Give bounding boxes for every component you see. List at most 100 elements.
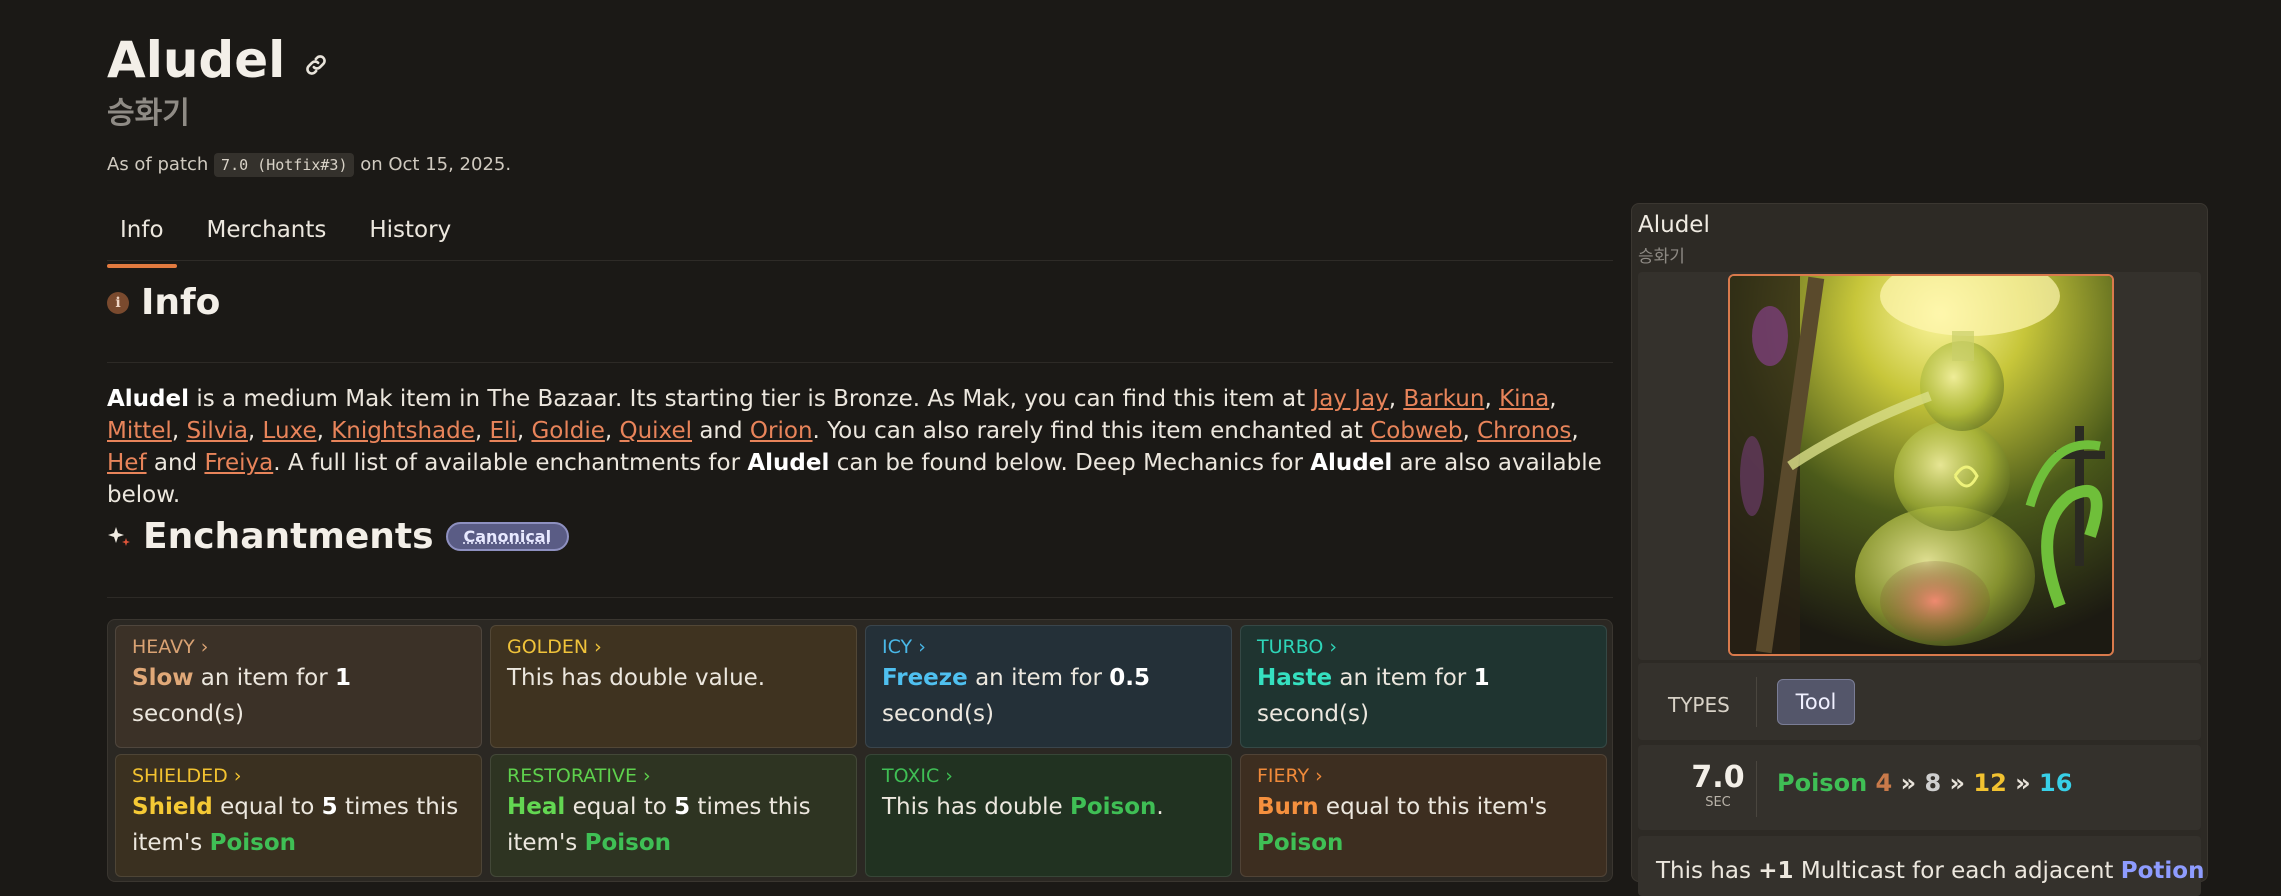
divider [107, 362, 1613, 363]
sidebar-title: Aludel [1638, 212, 1710, 238]
keyword: Burn [1257, 794, 1319, 820]
desc-text: equal to this item's [1318, 794, 1548, 820]
divider [107, 597, 1613, 598]
enchantment-desc: Shield equal to 5 times this item's Pois… [132, 789, 465, 861]
enchantment-name: ICY › [882, 636, 926, 658]
enchantment-name: TOXIC › [882, 765, 953, 787]
desc-text: Multicast for each adjacent [1793, 858, 2121, 884]
potion-keyword: Potion [2120, 858, 2205, 884]
item-name: Aludel [107, 386, 190, 412]
enchanter-link[interactable]: Hef [107, 450, 147, 476]
merchant-link[interactable]: Jay Jay [1312, 386, 1388, 412]
desc-text: an item for [193, 665, 336, 691]
desc-text: second(s) [132, 701, 244, 727]
desc-text: This has [1656, 858, 1759, 884]
enchanter-link[interactable]: Cobweb [1370, 418, 1462, 444]
poison-keyword: Poison [1069, 794, 1157, 820]
enchantment-card-golden[interactable]: GOLDEN › This has double value. [490, 625, 857, 748]
cooldown: 7.0 SEC [1683, 761, 1753, 811]
and-text: and [153, 450, 198, 476]
enchantment-desc: This has double value. [507, 665, 766, 691]
stats-panel: 7.0 SEC Poison 4 » 8 » 12 » 16 [1638, 745, 2201, 830]
enchantment-desc: Heal equal to 5 times this item's Poison [507, 789, 840, 861]
tier-separator: » [1949, 769, 1966, 797]
tier-gold: 12 [1973, 769, 2007, 797]
enchantment-name: RESTORATIVE › [507, 765, 651, 787]
title-row: Aludel [107, 30, 329, 90]
enchantment-card-restorative[interactable]: RESTORATIVE › Heal equal to 5 times this… [490, 754, 857, 877]
enchantment-name-text: RESTORATIVE [507, 765, 637, 787]
item-sidebar: Aludel 승화기 TYPES Tool 7.0 SEC Poison 4 »… [1631, 203, 2208, 896]
value: 1 [335, 665, 352, 691]
tier-separator: » [1900, 769, 1917, 797]
enchanter-link[interactable]: Chronos [1477, 418, 1571, 444]
desc-text: . [1156, 794, 1164, 820]
enchantment-name-text: SHIELDED [132, 765, 228, 787]
patch-suffix: on Oct 15, 2025. [360, 154, 512, 175]
enchantment-name-text: FIERY [1257, 765, 1310, 787]
tier-bronze: 4 [1875, 769, 1893, 797]
enchantment-grid: HEAVY › Slow an item for 1 second(s) GOL… [107, 619, 1613, 882]
merchant-link[interactable]: Silvia [186, 418, 247, 444]
enchantment-card-heavy[interactable]: HEAVY › Slow an item for 1 second(s) [115, 625, 482, 748]
poison-keyword: Poison [584, 830, 672, 856]
value: 0.5 [1109, 665, 1151, 691]
value: 1 [1473, 665, 1490, 691]
enchantment-name-text: TOXIC [882, 765, 940, 787]
tab-merchants[interactable]: Merchants [194, 208, 340, 260]
enchantment-name: GOLDEN › [507, 636, 602, 658]
info-icon: i [107, 291, 129, 314]
enchantment-name-text: TURBO [1257, 636, 1324, 658]
enchantment-name-text: ICY [882, 636, 913, 658]
merchant-link[interactable]: Orion [750, 418, 813, 444]
tier-separator: » [2015, 769, 2031, 797]
patch-version: 7.0 (Hotfix#3) [214, 153, 355, 177]
merchant-link[interactable]: Eli [490, 418, 517, 444]
merchant-link[interactable]: Luxe [263, 418, 317, 444]
enchantment-card-shielded[interactable]: SHIELDED › Shield equal to 5 times this … [115, 754, 482, 877]
link-icon[interactable] [303, 52, 329, 78]
enchantment-desc: Burn equal to this item's Poison [1257, 789, 1590, 861]
para-text: . A full list of available enchantments … [273, 450, 748, 476]
enchantment-card-turbo[interactable]: TURBO › Haste an item for 1 second(s) [1240, 625, 1607, 748]
merchant-link[interactable]: Knightshade [331, 418, 475, 444]
keyword: Haste [1257, 665, 1333, 691]
desc-text: an item for [1332, 665, 1474, 691]
patch-info: As of patch 7.0 (Hotfix#3) on Oct 15, 20… [107, 153, 512, 177]
desc-value: +1 [1758, 858, 1794, 884]
enchantment-desc: This has double Poison. [882, 789, 1215, 825]
tab-info[interactable]: Info [107, 208, 177, 268]
poison-keyword: Poison [209, 830, 297, 856]
enchantments-section-header: Enchantments Canonical [107, 516, 570, 557]
enchantment-name: TURBO › [1257, 636, 1338, 658]
enchantment-name-text: HEAVY [132, 636, 195, 658]
desc-text: second(s) [882, 701, 994, 727]
enchantment-desc: Freeze an item for 0.5 second(s) [882, 660, 1215, 732]
cooldown-unit: SEC [1705, 795, 1731, 810]
tab-history[interactable]: History [356, 208, 464, 260]
item-image-panel [1638, 272, 2201, 660]
merchant-link[interactable]: Barkun [1403, 386, 1484, 412]
enchantment-desc: Slow an item for 1 second(s) [132, 660, 465, 732]
type-tool-tag[interactable]: Tool [1777, 679, 1855, 725]
merchant-link[interactable]: Kina [1499, 386, 1549, 412]
keyword: Heal [507, 794, 566, 820]
canonical-badge[interactable]: Canonical [445, 522, 570, 551]
enchantment-name-text: GOLDEN [507, 636, 589, 658]
merchant-link[interactable]: Quixel [620, 418, 693, 444]
para-text: . You can also rarely find this item enc… [812, 418, 1371, 444]
para-text: can be found below. Deep Mechanics for [829, 450, 1311, 476]
enchantment-card-fiery[interactable]: FIERY › Burn equal to this item's Poison [1240, 754, 1607, 877]
enchantment-card-icy[interactable]: ICY › Freeze an item for 0.5 second(s) [865, 625, 1232, 748]
keyword: Shield [132, 794, 213, 820]
page-subtitle: 승화기 [107, 96, 190, 131]
enchantment-desc: Haste an item for 1 second(s) [1257, 660, 1590, 732]
enchantment-card-toxic[interactable]: TOXIC › This has double Poison. [865, 754, 1232, 877]
info-section-header: i Info [107, 282, 220, 323]
enchantment-name: HEAVY › [132, 636, 209, 658]
merchant-link[interactable]: Goldie [531, 418, 604, 444]
info-heading: Info [141, 282, 221, 323]
poison-label: Poison [1777, 769, 1868, 797]
enchanter-link[interactable]: Freiya [204, 450, 273, 476]
merchant-link[interactable]: Mittel [107, 418, 172, 444]
